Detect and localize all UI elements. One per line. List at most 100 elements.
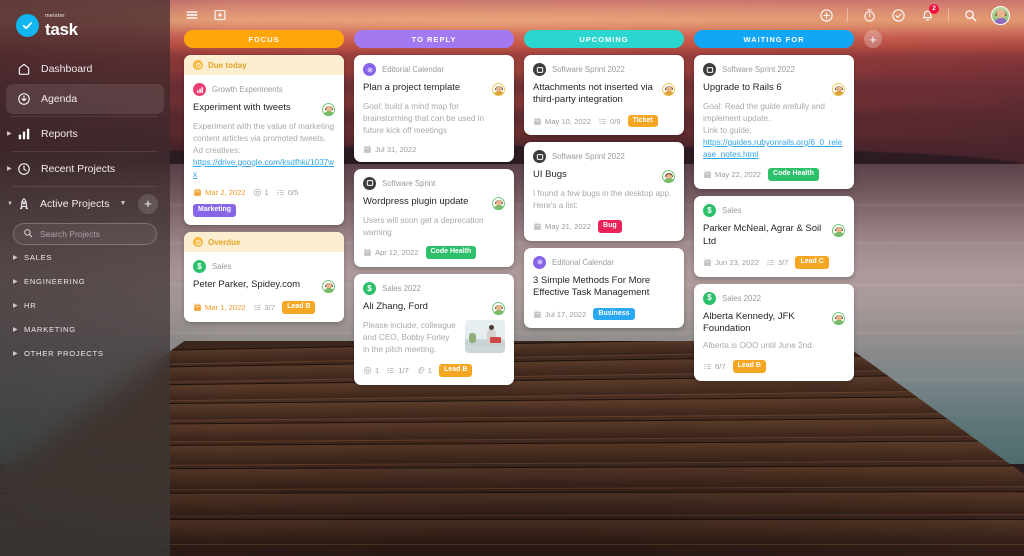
card-meta-row: May 10, 2022 0/9 Ticket: [533, 114, 675, 128]
plus-circle-icon[interactable]: [818, 7, 834, 23]
task-card[interactable]: $ Sales 2022 Ali Zhang, Ford Please incl…: [354, 274, 514, 385]
card-thumbnail-image: [465, 320, 505, 354]
card-meta-calendar: Jul 17, 2022: [533, 310, 586, 319]
card-meta-value: 1: [427, 365, 433, 375]
card-assignee-avatar[interactable]: [322, 103, 335, 116]
bell-icon[interactable]: 2: [919, 4, 939, 23]
sidebar-item-reports[interactable]: ▶ Reports: [6, 119, 164, 149]
card-assignee-avatar[interactable]: [322, 280, 335, 294]
card-meta-row: 6/7 Lead B: [703, 360, 845, 373]
card-tag[interactable]: Code Health: [425, 246, 477, 260]
card-description: I found a few bugs in the desktop app. H…: [533, 189, 672, 211]
card-meta-row: Mar 1, 2022 3/7 Lead B: [193, 301, 335, 314]
task-card[interactable]: $ Sales 2022 Alberta Kennedy, JFK Founda…: [694, 283, 854, 381]
calendar-icon: [533, 222, 542, 231]
card-description-secondary: Link to guide:: [703, 125, 752, 135]
monitor-icon: [533, 63, 546, 76]
card-title: Upgrade to Rails 6: [703, 82, 782, 93]
flower-icon: [533, 255, 546, 269]
sidebar-item-recent-projects[interactable]: ▶ Recent Projects: [6, 154, 164, 184]
task-card[interactable]: $ Sales Parker McNeal, Agrar & Soil Ltd …: [694, 196, 854, 277]
chart-icon: [193, 83, 206, 96]
sidebar-item-agenda[interactable]: Agenda: [6, 83, 164, 114]
comment-icon: [363, 366, 372, 375]
card-project-name: Sales 2022: [722, 293, 762, 303]
card-meta-row: May 21, 2022 Bug: [533, 220, 675, 233]
add-project-button[interactable]: +: [138, 193, 158, 214]
chevron-right-icon: ▶: [13, 350, 19, 357]
search-icon[interactable]: [962, 7, 978, 23]
card-project-name: Software Sprint 2022: [552, 65, 625, 74]
card-assignee-avatar[interactable]: [492, 302, 505, 316]
card-meta-row: Jul 31, 2022: [363, 145, 505, 154]
task-card[interactable]: Software Sprint 2022 Attachments not ins…: [524, 55, 684, 136]
sidebar-category-sales[interactable]: ▶ SALES: [6, 246, 164, 269]
card-tag[interactable]: Lead C: [795, 255, 829, 269]
card-meta-checklist: 0/5: [276, 188, 298, 197]
column-header[interactable]: TO REPLY: [354, 30, 514, 48]
card-meta-checklist: 1/7: [386, 366, 409, 375]
card-tag[interactable]: Bug: [598, 220, 622, 233]
task-card[interactable]: Software Sprint 2022 UI Bugs I found a f…: [524, 142, 684, 241]
chevron-right-icon: ▶: [13, 326, 19, 333]
card-meta-value: 3/7: [777, 257, 789, 267]
card-assignee-avatar[interactable]: [492, 196, 505, 210]
sidebar-category-hr[interactable]: ▶ HR: [6, 294, 164, 317]
card-link[interactable]: https://drive.google.com/ksdfhki/1037wx: [193, 157, 335, 181]
card-assignee-avatar[interactable]: [832, 83, 845, 96]
sidebar-item-label: Agenda: [41, 92, 78, 105]
card-meta-comment: 1: [363, 366, 379, 375]
user-avatar[interactable]: [991, 5, 1010, 25]
card-assignee-avatar[interactable]: [832, 224, 845, 238]
card-assignee-avatar[interactable]: [662, 83, 675, 96]
chevron-down-icon[interactable]: ▼: [119, 200, 126, 207]
card-assignee-avatar[interactable]: [662, 170, 675, 184]
card-tag[interactable]: Business: [593, 307, 635, 321]
sidebar-item-label: Recent Projects: [41, 162, 116, 175]
sidebar-item-label: Dashboard: [41, 62, 93, 75]
sidebar-active-projects-label: Active Projects: [40, 197, 110, 210]
column-header[interactable]: WAITING FOR: [694, 30, 854, 48]
hamburger-menu-icon[interactable]: [184, 7, 200, 23]
card-assignee-avatar[interactable]: [832, 311, 845, 325]
add-column-button[interactable]: +: [864, 30, 882, 48]
add-board-icon[interactable]: [212, 7, 228, 23]
column-header[interactable]: FOCUS: [184, 30, 344, 48]
sidebar-item-dashboard[interactable]: Dashboard: [6, 54, 164, 84]
card-tag[interactable]: Ticket: [627, 114, 658, 128]
task-card[interactable]: Software Sprint 2022 Upgrade to Rails 6 …: [694, 55, 854, 190]
card-tag[interactable]: Marketing: [193, 204, 237, 218]
calendar-icon: [703, 170, 712, 179]
task-card[interactable]: Due today Growth Experiments Experiment …: [184, 55, 344, 226]
timer-icon[interactable]: [861, 7, 877, 23]
sidebar-active-projects-header[interactable]: ▼ Active Projects ▼ +: [6, 189, 164, 219]
card-tag[interactable]: Lead B: [282, 301, 316, 314]
task-card[interactable]: Software Sprint Wordpress plugin update …: [354, 168, 514, 268]
chevron-right-icon: ▶: [13, 278, 19, 285]
search-input[interactable]: [40, 228, 147, 239]
card-link[interactable]: https://guides.rubyonrails.org/6_0_relea…: [703, 137, 845, 161]
card-meta-attachment: 1: [416, 366, 432, 375]
calendar-icon: [363, 145, 372, 154]
sidebar-category-marketing[interactable]: ▶ MARKETING: [6, 318, 164, 341]
sidebar-category-other-projects[interactable]: ▶ OTHER PROJECTS: [6, 342, 164, 365]
card-meta-row: May 22, 2022 Code Health: [703, 168, 845, 182]
card-meta-value: May 22, 2022: [715, 170, 762, 180]
card-tag[interactable]: Lead B: [732, 360, 766, 373]
sidebar-category-engineering[interactable]: ▶ ENGINEERING: [6, 270, 164, 293]
category-label: ENGINEERING: [24, 276, 86, 286]
card-assignee-avatar[interactable]: [492, 83, 505, 96]
card-tag[interactable]: Lead B: [439, 363, 473, 377]
card-meta-value: May 21, 2022: [545, 222, 592, 232]
card-tag[interactable]: Code Health: [768, 168, 819, 182]
home-icon: [16, 61, 31, 76]
card-meta-value: Jul 17, 2022: [545, 309, 587, 319]
card-project-name: Growth Experiments: [212, 85, 283, 94]
app-logo[interactable]: meister task: [0, 0, 170, 38]
check-circle-icon[interactable]: [890, 7, 906, 23]
card-project-row: Software Sprint 2022: [533, 150, 675, 164]
task-card[interactable]: Editorial Calendar 3 Simple Methods For …: [524, 247, 684, 329]
column-header[interactable]: UPCOMING: [524, 30, 684, 48]
task-card[interactable]: Editorial Calendar Plan a project templa…: [354, 55, 514, 162]
task-card[interactable]: Overdue $ Sales Peter Parker, Spidey.com: [184, 232, 344, 322]
